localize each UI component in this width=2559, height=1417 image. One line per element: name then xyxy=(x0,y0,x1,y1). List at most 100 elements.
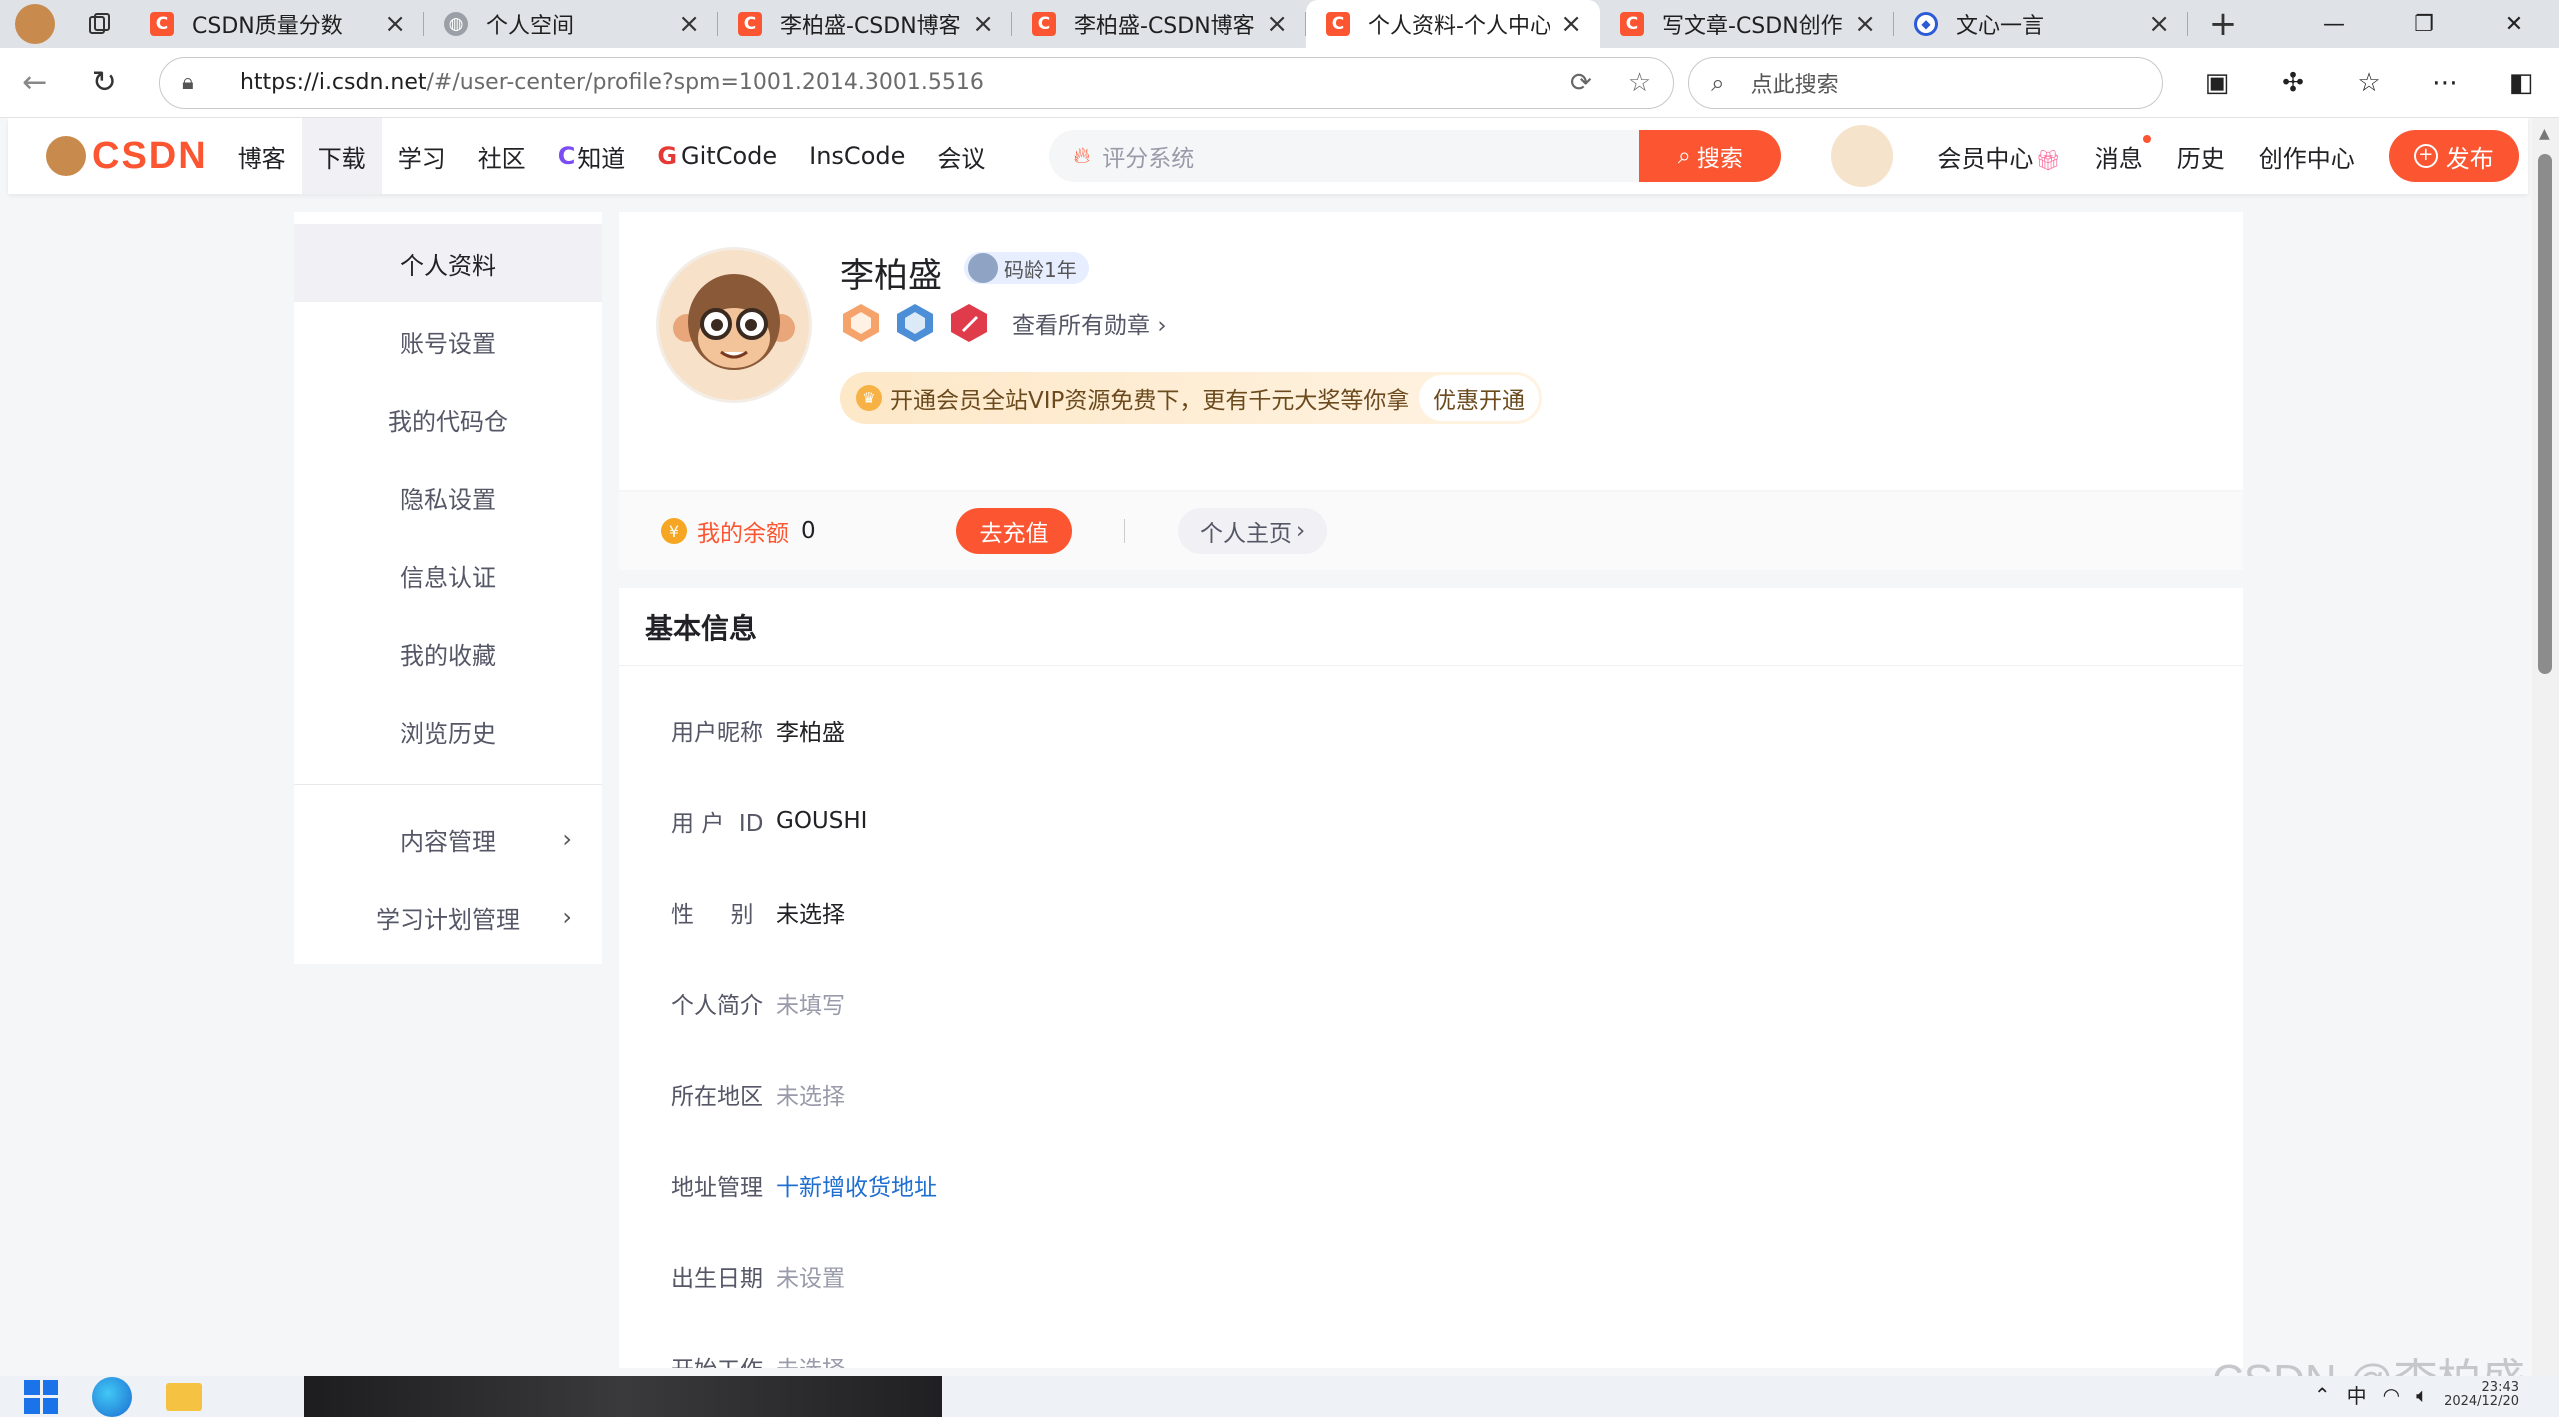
sidebar-toggle-icon[interactable]: ◧ xyxy=(2483,57,2559,109)
chevron-right-icon: › xyxy=(1296,518,1306,544)
scroll-up-icon[interactable]: ▲ xyxy=(2539,126,2550,142)
user-avatar[interactable] xyxy=(1831,125,1894,187)
wifi-icon[interactable]: ◠ xyxy=(2383,1383,2400,1407)
close-tab-icon[interactable]: × xyxy=(1560,9,1582,39)
tab-title: 个人空间 xyxy=(486,14,575,39)
nav-item[interactable]: G GitCode xyxy=(641,118,793,194)
info-row-key: 用 户 ID xyxy=(671,810,764,837)
windows-start-icon[interactable] xyxy=(24,1379,58,1414)
profile-avatar[interactable] xyxy=(659,250,809,400)
collections-icon[interactable]: ▣ xyxy=(2179,57,2255,109)
clock[interactable]: 23:43 2024/12/20 xyxy=(2444,1380,2519,1409)
main-nav: 博客 下载 学习 社区 C 知道 G GitCode InsCode 会议 xyxy=(222,118,1002,194)
close-window-button[interactable]: ✕ xyxy=(2469,0,2559,48)
balance-label[interactable]: 我的余额 xyxy=(697,514,789,548)
nav-item[interactable]: 学习 xyxy=(382,118,462,194)
homepage-button[interactable]: 个人主页 › xyxy=(1178,508,1328,554)
code-age-icon xyxy=(968,253,998,283)
plus-icon: + xyxy=(2413,144,2438,168)
sidebar-item[interactable]: 信息认证 xyxy=(294,536,602,614)
nav-item-label: GitCode xyxy=(681,142,778,170)
chevron-up-icon[interactable]: ⌃ xyxy=(2314,1383,2331,1407)
taskbar-window-preview[interactable] xyxy=(304,1376,942,1417)
info-row-value: 未选择 xyxy=(776,901,845,928)
badge-orange-icon[interactable] xyxy=(840,302,882,344)
history-link[interactable]: 历史 xyxy=(2177,139,2225,174)
favorites-icon[interactable]: ☆ xyxy=(2331,57,2407,109)
scrollbar-thumb[interactable] xyxy=(2538,154,2552,674)
recharge-button[interactable]: 去充值 xyxy=(956,508,1072,554)
close-tab-icon[interactable]: × xyxy=(1266,9,1288,39)
sidebar-item[interactable]: 个人资料 xyxy=(294,224,602,302)
site-search-input[interactable]: 🔥︎ 评分系统 xyxy=(1049,130,1640,182)
browser-tab[interactable]: C 李柏盛-CSDN博客 × xyxy=(718,0,1012,48)
ime-indicator[interactable]: 中 xyxy=(2347,1380,2367,1409)
nav-item[interactable]: C 知道 xyxy=(542,118,642,194)
nav-item[interactable]: 博客 xyxy=(222,118,302,194)
creator-center-link[interactable]: 创作中心 xyxy=(2259,139,2355,174)
minimize-button[interactable]: — xyxy=(2289,0,2379,48)
extensions-icon[interactable]: ✣ xyxy=(2255,57,2331,109)
close-tab-icon[interactable]: × xyxy=(2148,9,2170,39)
publish-button[interactable]: + 发布 xyxy=(2388,130,2519,182)
sidebar-expandable-item[interactable]: 内容管理 › xyxy=(294,800,602,878)
url-field[interactable]: 🔒︎ https://i.csdn.net /#/user-center/pro… xyxy=(158,56,1675,109)
close-tab-icon[interactable]: × xyxy=(384,9,406,39)
badge-blue-icon[interactable] xyxy=(894,302,936,344)
sidebar-expandable-item[interactable]: 学习计划管理 › xyxy=(294,878,602,956)
close-tab-icon[interactable]: × xyxy=(972,9,994,39)
vip-open-button[interactable]: 优惠开通 xyxy=(1419,375,1539,421)
crown-icon: ♛ xyxy=(856,385,882,411)
nav-item[interactable]: 下载 xyxy=(301,118,382,194)
browser-tab[interactable]: ◍ 个人空间 × xyxy=(424,0,718,48)
browser-tab[interactable]: C 李柏盛-CSDN博客 × xyxy=(1012,0,1306,48)
refresh-sync-icon[interactable]: ⟳ xyxy=(1570,68,1592,98)
vip-center-label: 会员中心 xyxy=(1937,144,2034,173)
close-tab-icon[interactable]: × xyxy=(1854,9,1876,39)
reload-button[interactable]: ↻ xyxy=(69,48,138,118)
nav-item[interactable]: InsCode xyxy=(793,118,921,194)
file-explorer-icon[interactable] xyxy=(166,1382,202,1411)
vip-center-link[interactable]: 会员中心 🎁︎ xyxy=(1937,139,2060,174)
browser-tab[interactable]: C 写文章-CSDN创作中心 × xyxy=(1600,0,1894,48)
nav-item-label: 博客 xyxy=(237,144,286,173)
browser-search-box[interactable]: ⌕ 点此搜索 xyxy=(1688,56,2163,109)
csdn-logo[interactable]: CSDN xyxy=(46,135,208,178)
sidebar-item[interactable]: 账号设置 xyxy=(294,302,602,380)
nav-item[interactable]: 社区 xyxy=(462,118,542,194)
chevron-right-icon: › xyxy=(1157,313,1167,339)
info-row-value[interactable]: 十新增收货地址 xyxy=(776,1168,937,1202)
browser-tab[interactable]: C CSDN质量分数 × xyxy=(130,0,424,48)
view-all-badges-link[interactable]: 查看所有勋章 › xyxy=(1012,306,1167,340)
sidebar-item[interactable]: 浏览历史 xyxy=(294,692,602,770)
yen-coin-icon: ¥ xyxy=(661,518,687,544)
new-tab-button[interactable]: + xyxy=(2188,0,2258,48)
favorite-star-icon[interactable]: ☆ xyxy=(1628,68,1651,98)
tab-title: 个人资料-个人中心-CS xyxy=(1368,14,1551,39)
volume-icon[interactable]: 🔈︎ xyxy=(2416,1383,2428,1407)
vip-promo-banner[interactable]: ♛ 开通会员全站VIP资源免费下，更有千元大奖等你拿 优惠开通 xyxy=(840,372,1542,424)
sidebar-item[interactable]: 我的收藏 xyxy=(294,614,602,692)
sidebar-item[interactable]: 隐私设置 xyxy=(294,458,602,536)
browser-profile-button[interactable] xyxy=(0,0,70,48)
site-search-button[interactable]: ⌕ 搜索 xyxy=(1639,130,1782,182)
browser-tab[interactable]: ◆ 文心一言 × xyxy=(1894,0,2188,48)
close-tab-icon[interactable]: × xyxy=(678,9,700,39)
page-scrollbar[interactable]: ▲ xyxy=(2532,118,2559,1376)
clock-date: 2024/12/20 xyxy=(2444,1393,2519,1409)
sidebar-item-label: 个人资料 xyxy=(400,251,496,280)
badge-red-icon[interactable] xyxy=(948,302,990,344)
restore-button[interactable]: ❐ xyxy=(2379,0,2469,48)
chevron-right-icon: › xyxy=(562,825,572,853)
edge-browser-icon[interactable] xyxy=(92,1376,132,1417)
browser-tab[interactable]: C 个人资料-个人中心-CS × xyxy=(1306,0,1600,48)
info-row: 所在地区 未选择 xyxy=(619,1048,2243,1139)
info-row: 性 别未选择 xyxy=(619,866,2243,957)
more-menu-icon[interactable]: ⋯ xyxy=(2407,57,2483,109)
sidebar-item[interactable]: 我的代码仓 xyxy=(294,380,602,458)
nav-item-label: 下载 xyxy=(317,144,366,173)
workspaces-button[interactable] xyxy=(70,0,130,48)
back-button[interactable]: ← xyxy=(0,48,69,118)
nav-item[interactable]: 会议 xyxy=(921,118,1001,194)
messages-link[interactable]: 消息 xyxy=(2095,134,2151,174)
